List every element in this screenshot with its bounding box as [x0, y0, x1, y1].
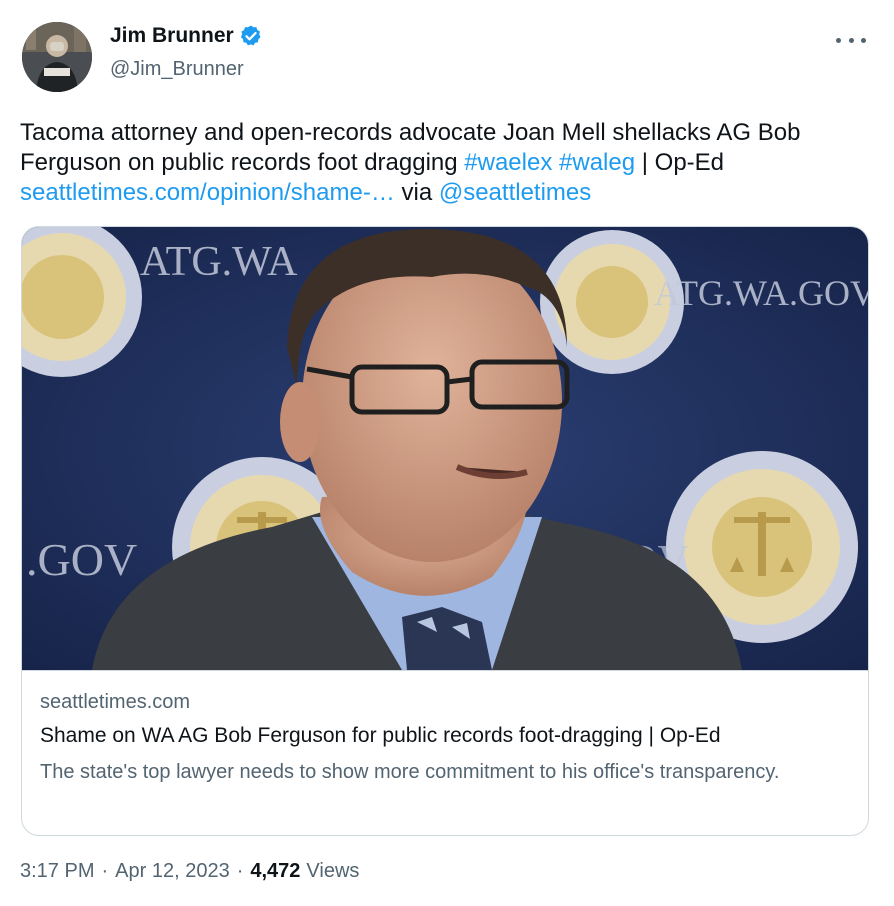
views-label[interactable]: Views [306, 860, 359, 883]
backdrop-text-3: .GOV [26, 534, 137, 585]
avatar[interactable] [22, 22, 92, 92]
tweet-footer: 3:17 PM · Apr 12, 2023 · 4,472 Views [20, 860, 359, 883]
card-image[interactable]: ATG.WA ATG.WA.GOV .GOV GOV [22, 227, 868, 670]
tweet-article-link[interactable]: seattletimes.com/opinion/shame-… [20, 179, 395, 206]
tweet-text-part-3: via [394, 179, 439, 206]
backdrop-text-2: ATG.WA.GOV [654, 273, 868, 313]
author-handle[interactable]: @Jim_Brunner [110, 58, 244, 81]
mention-seattletimes[interactable]: @seattletimes [439, 179, 591, 206]
tweet-date[interactable]: Apr 12, 2023 [115, 860, 230, 883]
separator: · [236, 860, 244, 882]
tweet-text-part-2: | Op-Ed [635, 149, 725, 176]
card-description: The state's top lawyer needs to show mor… [40, 761, 780, 783]
link-preview-card[interactable]: ATG.WA ATG.WA.GOV .GOV GOV [21, 226, 869, 836]
author-display-name[interactable]: Jim Brunner [110, 24, 234, 48]
hashtag-waleg[interactable]: #waleg [559, 149, 635, 176]
card-title: Shame on WA AG Bob Ferguson for public r… [40, 724, 721, 747]
avatar-image [22, 22, 92, 92]
card-domain: seattletimes.com [40, 691, 191, 713]
views-count[interactable]: 4,472 [250, 860, 300, 883]
tweet-time[interactable]: 3:17 PM [20, 860, 94, 883]
backdrop-text-1: ATG.WA [140, 239, 298, 285]
separator: · [101, 860, 109, 882]
hashtag-waelex[interactable]: #waelex [464, 149, 552, 176]
tweet-text: Tacoma attorney and open-records advocat… [20, 118, 870, 208]
card-meta: seattletimes.com Shame on WA AG Bob Ferg… [22, 670, 868, 835]
tweet-header: Jim Brunner @Jim_Brunner [22, 22, 872, 94]
author-name-row: Jim Brunner [110, 24, 263, 48]
more-horizontal-icon[interactable] [836, 28, 866, 52]
verified-badge-icon [239, 24, 263, 48]
